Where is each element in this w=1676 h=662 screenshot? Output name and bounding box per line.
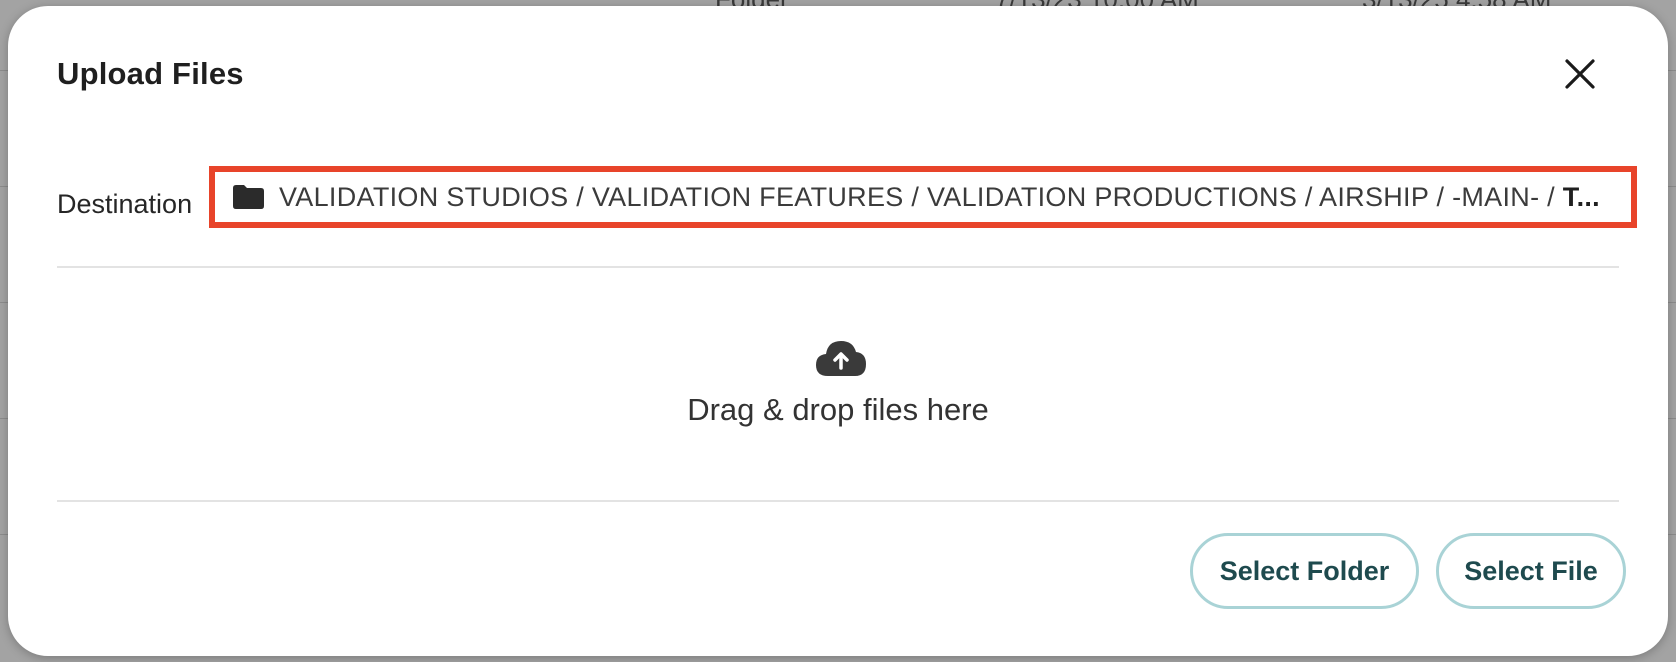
destination-path-ancestors: VALIDATION STUDIOS / VALIDATION FEATURES… — [279, 181, 1563, 212]
bottom-divider — [57, 500, 1619, 502]
destination-path-selector[interactable]: VALIDATION STUDIOS / VALIDATION FEATURES… — [209, 166, 1637, 228]
close-icon — [1565, 59, 1595, 89]
cloud-upload-icon — [816, 341, 866, 376]
close-button[interactable] — [1558, 52, 1602, 96]
top-divider — [57, 266, 1619, 268]
upload-files-dialog: Upload Files Destination VALIDATION STUD… — [8, 6, 1668, 656]
select-folder-button[interactable]: Select Folder — [1190, 533, 1419, 609]
drop-zone-text: Drag & drop files here — [687, 392, 989, 427]
folder-icon — [233, 185, 264, 209]
destination-path: VALIDATION STUDIOS / VALIDATION FEATURES… — [279, 182, 1600, 213]
drop-zone[interactable]: Drag & drop files here — [57, 274, 1619, 504]
select-file-button[interactable]: Select File — [1436, 533, 1626, 609]
destination-label: Destination — [57, 189, 193, 219]
dialog-title: Upload Files — [57, 56, 244, 91]
destination-current-folder: T... — [1562, 181, 1600, 212]
